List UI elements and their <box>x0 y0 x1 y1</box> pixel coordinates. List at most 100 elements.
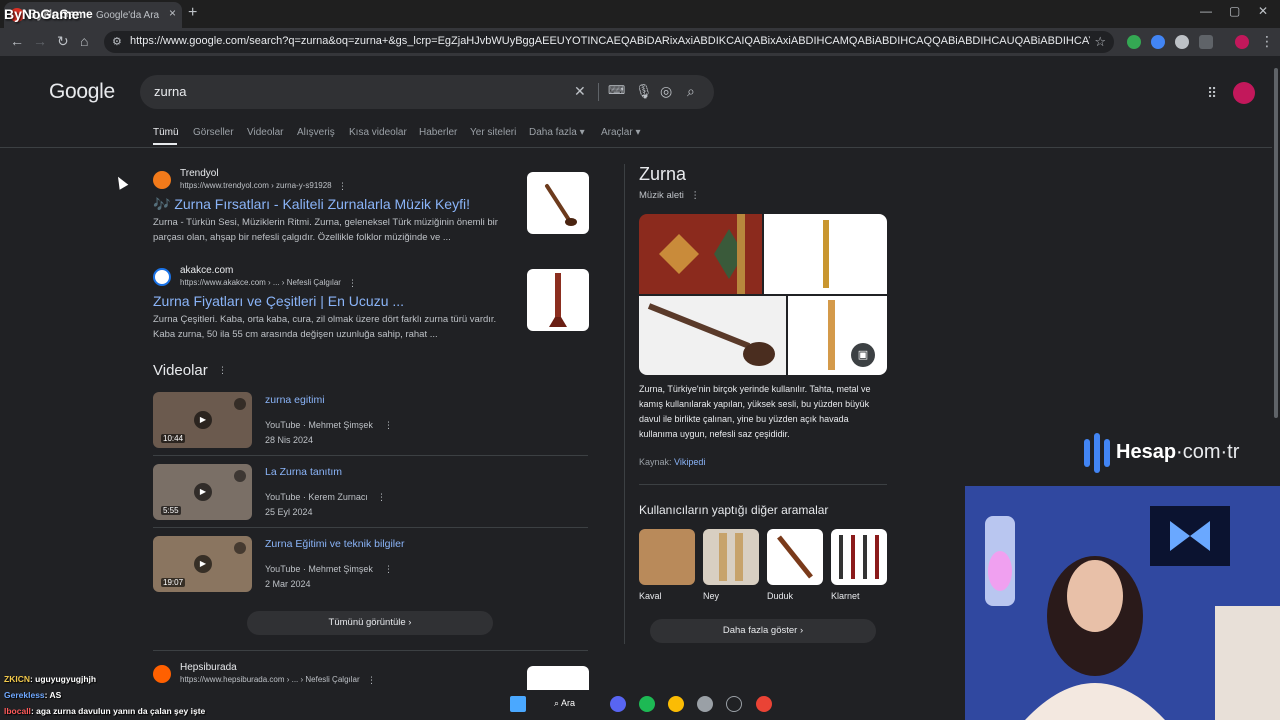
related-label[interactable]: Kaval <box>639 591 662 601</box>
zurna-photo-close[interactable]: ▣ <box>788 296 887 375</box>
chrome-active-icon[interactable] <box>756 696 772 712</box>
new-tab-button[interactable]: + <box>188 4 197 22</box>
account-avatar[interactable] <box>1233 82 1255 104</box>
zurna-photo-horn[interactable] <box>639 296 786 375</box>
stream-channel-logo: ByNoGame <box>4 6 80 22</box>
video-title[interactable]: Zurna Eğitimi ve teknik bilgiler <box>265 538 404 550</box>
result-site-url[interactable]: https://www.hepsiburada.com › ... › Nefe… <box>180 675 360 684</box>
tab-web[interactable]: Yer siteleri <box>470 127 516 138</box>
address-url[interactable]: https://www.google.com/search?q=zurna&oq… <box>130 35 1090 47</box>
wikipedia-link[interactable]: Vikipedi <box>674 457 705 467</box>
show-more-button[interactable]: Daha fazla göster › <box>650 619 876 643</box>
video-thumbnail[interactable]: ▶ 10:44 <box>153 392 252 448</box>
video-menu-icon[interactable]: ⋮ <box>384 564 393 575</box>
audio-extension-icon[interactable] <box>1151 35 1165 49</box>
scrollbar-thumb[interactable] <box>1274 68 1278 418</box>
extensions-puzzle-icon[interactable] <box>1199 35 1213 49</box>
see-all-videos-button[interactable]: Tümünü görüntüle › <box>247 611 493 635</box>
result-thumbnail[interactable] <box>527 666 589 690</box>
video-title[interactable]: zurna egitimi <box>265 394 325 406</box>
zurna-image-icon <box>545 184 577 226</box>
search-icon[interactable]: ⌕ <box>687 83 695 100</box>
result-thumbnail[interactable] <box>527 172 589 234</box>
tab-images[interactable]: Görseller <box>193 127 234 138</box>
video-title[interactable]: La Zurna tanıtım <box>265 466 342 478</box>
related-label[interactable]: Ney <box>703 591 719 601</box>
result-menu-icon[interactable]: ⋮ <box>348 278 357 289</box>
section-divider <box>153 650 588 651</box>
shield-extension-icon[interactable] <box>1127 35 1141 49</box>
taskbar-search[interactable]: ⌕ Ara <box>554 698 575 709</box>
video-divider <box>153 527 588 528</box>
close-window-icon[interactable]: ✕ <box>1258 4 1268 18</box>
chrome-profile-avatar[interactable] <box>1235 35 1249 49</box>
knowledge-panel-divider-2 <box>639 484 887 485</box>
discord-icon[interactable] <box>610 696 626 712</box>
result-site-url[interactable]: https://www.trendyol.com › zurna-y-s9192… <box>180 181 332 190</box>
google-lens-icon[interactable]: ◎ <box>660 83 672 100</box>
result-title[interactable]: 🎶 Zurna Fırsatları - Kaliteli Zurnalarla… <box>153 196 470 213</box>
related-image-kaval[interactable] <box>639 529 695 585</box>
tab-news[interactable]: Haberler <box>419 127 457 138</box>
site-info-icon[interactable]: ⚙ <box>112 35 122 48</box>
address-bar[interactable]: ⚙ https://www.google.com/search?q=zurna&… <box>104 31 1114 53</box>
chat-message: Gerekless: AS <box>4 690 62 700</box>
video-menu-icon[interactable]: ⋮ <box>377 492 386 503</box>
video-options-icon[interactable] <box>234 542 246 554</box>
tab-shopping[interactable]: Alışveriş <box>297 127 335 138</box>
trendyol-favicon-icon <box>153 171 171 189</box>
result-menu-icon[interactable]: ⋮ <box>338 181 347 192</box>
clear-search-icon[interactable]: ✕ <box>574 83 586 100</box>
back-icon[interactable]: ← <box>10 33 24 49</box>
related-label[interactable]: Duduk <box>767 591 793 601</box>
chrome-icon[interactable] <box>668 696 684 712</box>
more-images-icon[interactable]: ▣ <box>851 343 875 367</box>
hepsiburada-favicon-icon <box>153 665 171 683</box>
tab-more[interactable]: Daha fazla ▾ <box>529 127 585 138</box>
related-image-ney[interactable] <box>703 529 759 585</box>
chrome-menu-icon[interactable]: ⋮ <box>1260 33 1274 50</box>
google-apps-icon[interactable]: ⠿ <box>1207 85 1217 102</box>
close-tab-icon[interactable]: × <box>169 6 176 20</box>
microphone-icon[interactable]: 🎙 <box>635 83 653 100</box>
browser-tab-strip: ByNoGame Google'da Ara × + — ▢ ✕ <box>0 0 1280 28</box>
tab-all[interactable]: Tümü <box>153 127 179 138</box>
app-icon[interactable] <box>726 696 742 712</box>
bookmark-star-icon[interactable]: ☆ <box>1094 34 1106 50</box>
tab-short-videos[interactable]: Kısa videolar <box>349 127 407 138</box>
videos-menu-icon[interactable]: ⋮ <box>218 365 227 376</box>
result-thumbnail[interactable] <box>527 269 589 331</box>
search-box[interactable]: zurna ✕ ⌨ 🎙 ◎ ⌕ <box>140 75 714 109</box>
video-thumbnail[interactable]: ▶ 19:07 <box>153 536 252 592</box>
related-label[interactable]: Klarnet <box>831 591 860 601</box>
maximize-window-icon[interactable]: ▢ <box>1229 4 1240 18</box>
windows-start-icon[interactable] <box>510 696 526 712</box>
google-logo[interactable]: Google <box>49 80 115 104</box>
related-image-duduk[interactable] <box>767 529 823 585</box>
forward-icon[interactable]: → <box>33 33 47 49</box>
video-menu-icon[interactable]: ⋮ <box>384 420 393 431</box>
video-duration: 10:44 <box>161 434 186 443</box>
zurna-photo-carpet[interactable] <box>639 214 762 294</box>
zurna-photo-white[interactable] <box>764 214 887 294</box>
mouse-cursor <box>113 174 129 190</box>
tab-videos[interactable]: Videolar <box>247 127 284 138</box>
search-input[interactable]: zurna <box>154 84 187 99</box>
result-site-url[interactable]: https://www.akakce.com › ... › Nefesli Ç… <box>180 278 341 287</box>
related-image-klarnet[interactable] <box>831 529 887 585</box>
result-snippet: Zurna Çeşitleri. Kaba, orta kaba, cura, … <box>153 314 497 340</box>
spotify-icon[interactable] <box>639 696 655 712</box>
steam-icon[interactable] <box>697 696 713 712</box>
result-title[interactable]: Zurna Fiyatları ve Çeşitleri | En Ucuzu … <box>153 293 404 309</box>
result-menu-icon[interactable]: ⋮ <box>367 675 376 686</box>
video-options-icon[interactable] <box>234 470 246 482</box>
video-thumbnail[interactable]: ▶ 5:55 <box>153 464 252 520</box>
keyboard-icon[interactable]: ⌨ <box>608 83 625 97</box>
home-icon[interactable]: ⌂ <box>80 33 88 49</box>
reload-icon[interactable]: ↻ <box>57 33 69 50</box>
user-extension-icon[interactable] <box>1175 35 1189 49</box>
video-options-icon[interactable] <box>234 398 246 410</box>
tab-tools[interactable]: Araçlar ▾ <box>601 127 641 138</box>
knowledge-panel-images[interactable]: ▣ <box>639 214 887 375</box>
minimize-window-icon[interactable]: — <box>1200 4 1212 18</box>
